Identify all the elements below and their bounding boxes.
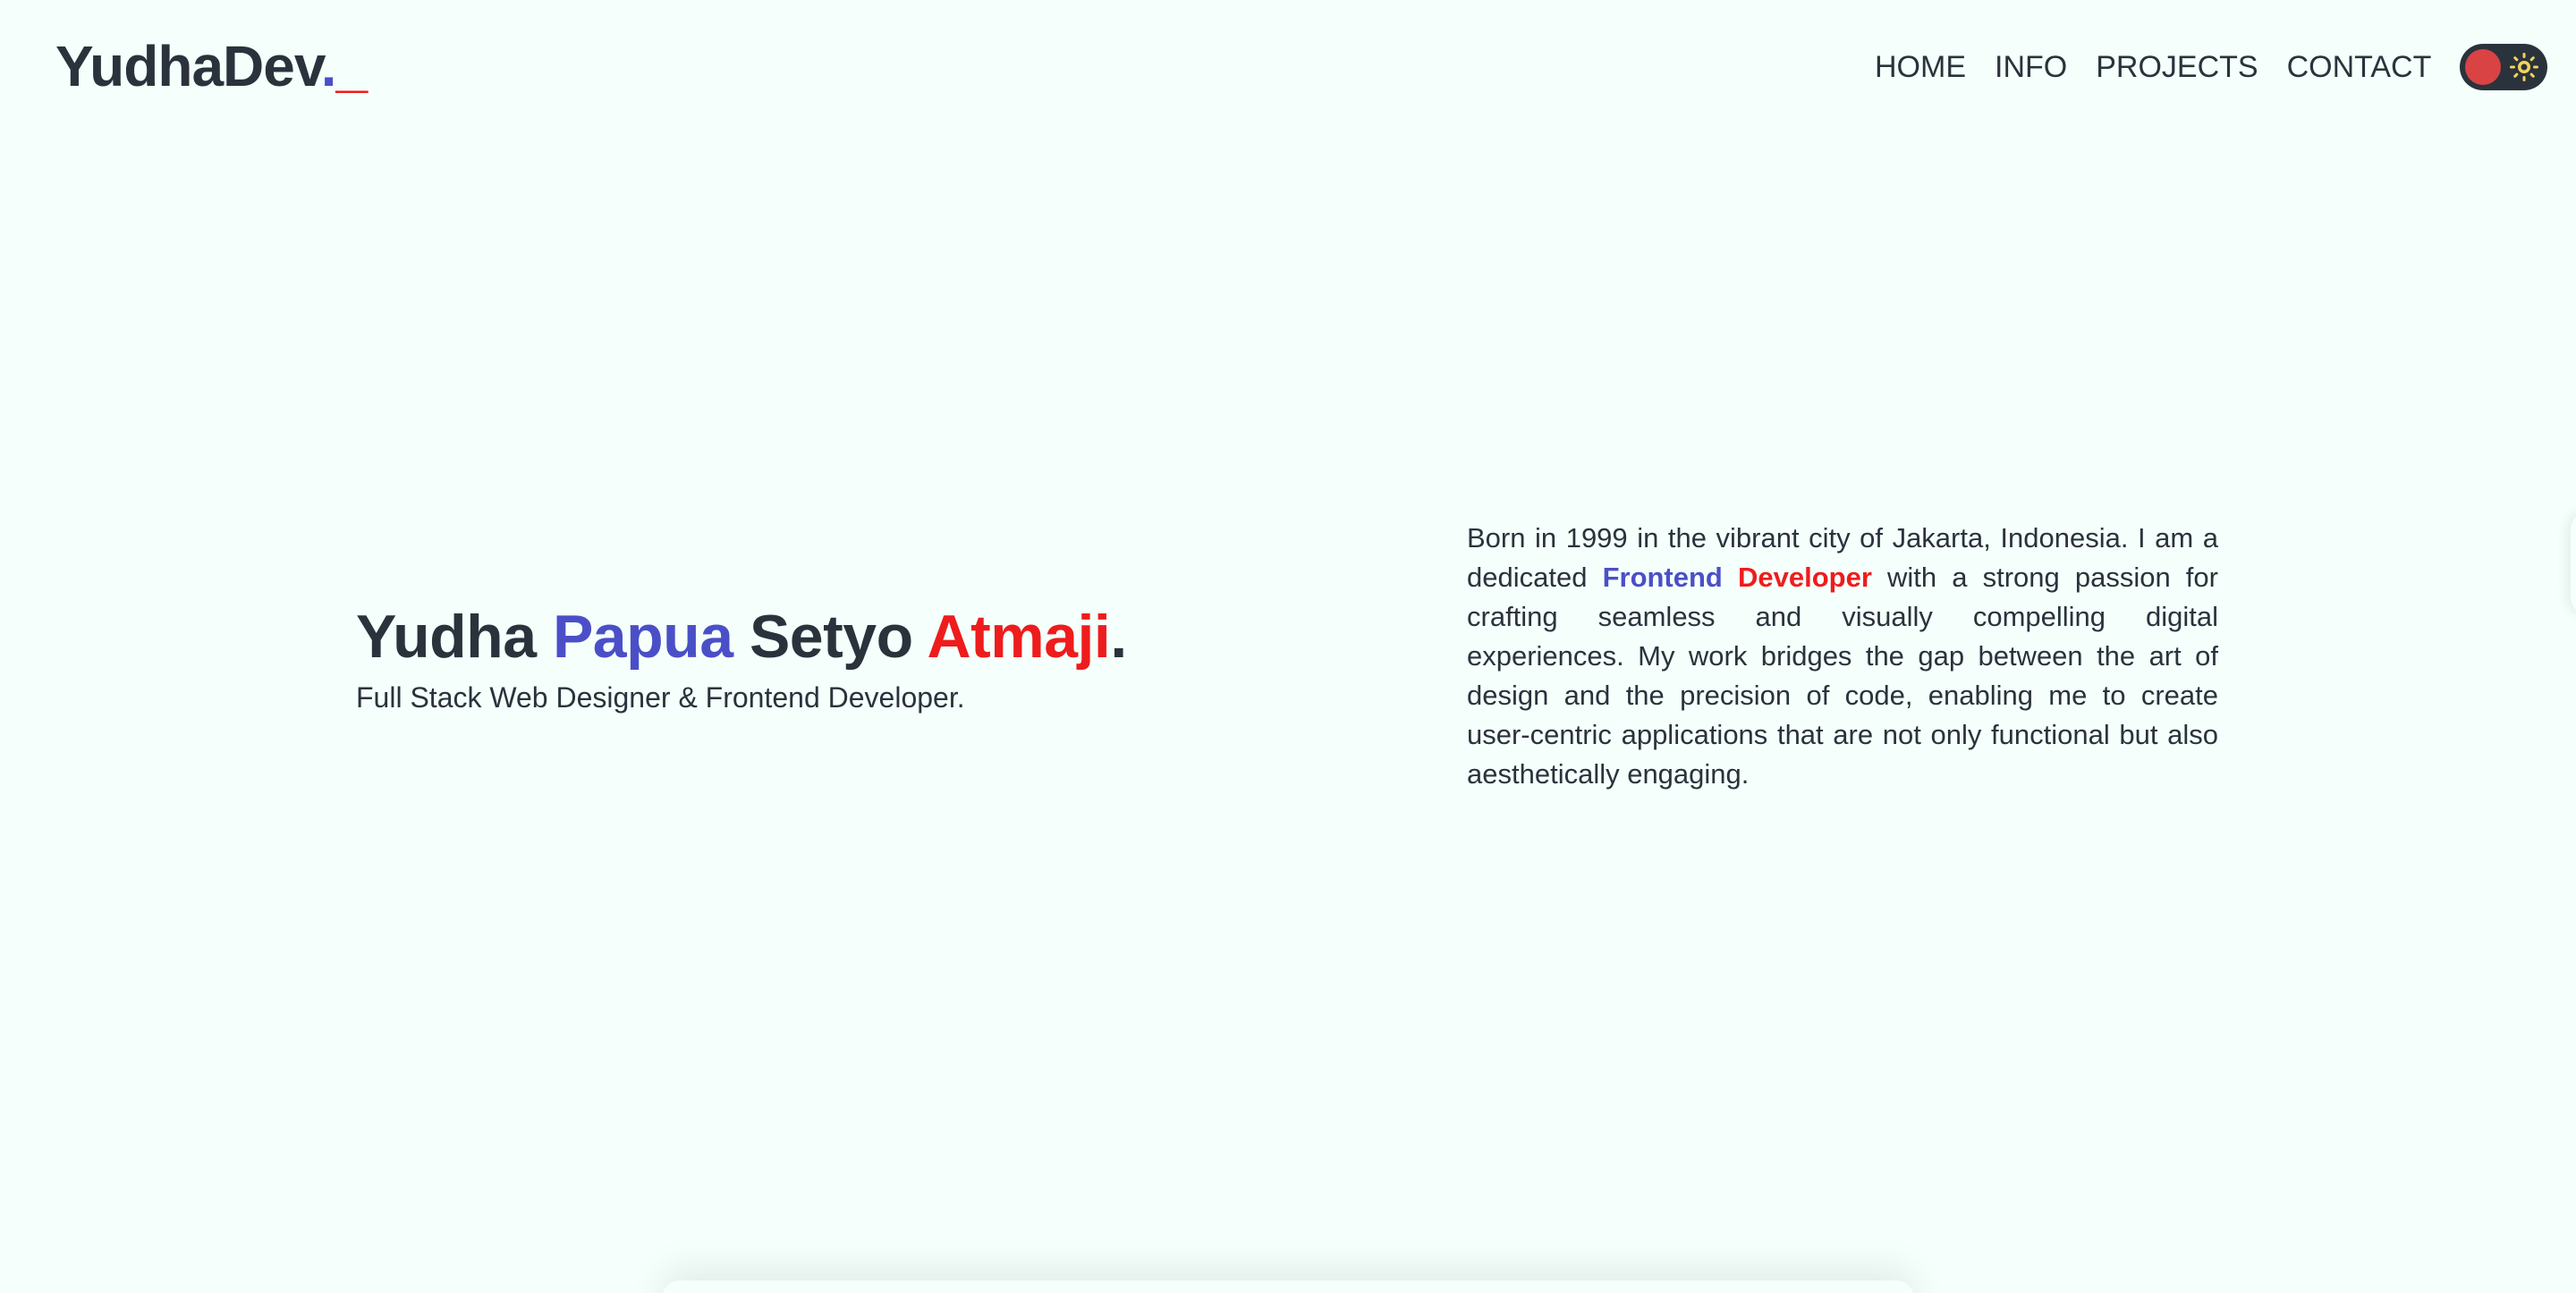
about-paragraph: Born in 1999 in the vibrant city of Jaka… (1467, 519, 2218, 794)
nav-home[interactable]: HOME (1875, 43, 1966, 91)
main-nav: HOME INFO PROJECTS CONTACT (1875, 43, 2548, 91)
hero-name: Yudha Papua Setyo Atmaji. (356, 599, 1161, 674)
name-period: . (1110, 603, 1127, 671)
theme-toggle[interactable] (2460, 44, 2548, 90)
name-first: Yudha (356, 603, 537, 671)
sun-icon (2510, 53, 2539, 81)
name-third: Setyo (749, 603, 913, 671)
toggle-knob (2465, 49, 2502, 85)
nav-info[interactable]: INFO (1995, 43, 2067, 91)
site-logo[interactable]: YudhaDev._ (55, 32, 368, 100)
hero-subtitle: Full Stack Web Designer & Frontend Devel… (356, 681, 965, 714)
page: YudhaDev._ HOME INFO PROJECTS CONTACT Yu… (0, 0, 2576, 1293)
about-text-after: with a strong passion for crafting seaml… (1467, 562, 2218, 790)
next-section-card-edge (662, 1280, 1914, 1293)
side-panel-edge[interactable] (2571, 510, 2576, 617)
about-highlight-developer: Developer (1737, 562, 1872, 593)
name-second: Papua (552, 603, 733, 671)
name-fourth: Atmaji (927, 603, 1111, 671)
logo-underscore: _ (335, 34, 368, 98)
site-header: YudhaDev._ HOME INFO PROJECTS CONTACT (0, 0, 2576, 134)
nav-projects[interactable]: PROJECTS (2096, 43, 2258, 91)
nav-contact[interactable]: CONTACT (2287, 43, 2432, 91)
logo-dot: . (320, 34, 337, 98)
about-highlight-frontend: Frontend (1602, 562, 1723, 593)
hero-intro: Yudha Papua Setyo Atmaji. Full Stack Web… (356, 599, 1161, 717)
logo-text: YudhaDev (55, 34, 322, 98)
